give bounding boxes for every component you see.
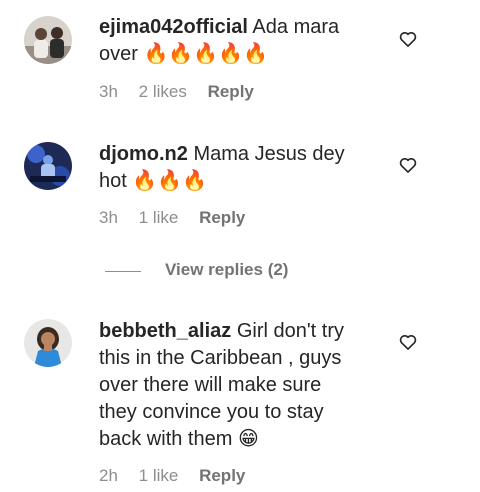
comment-meta: 3h 1 like Reply bbox=[99, 208, 261, 228]
view-replies-label: View replies (2) bbox=[165, 260, 289, 279]
avatar[interactable] bbox=[24, 16, 72, 64]
comment-line: hot 🔥🔥🔥 bbox=[99, 170, 208, 192]
view-replies-button[interactable]: View replies (2) bbox=[105, 260, 405, 284]
comment-username[interactable]: djomo.n2 bbox=[99, 143, 188, 165]
comment-username[interactable]: ejima042official bbox=[99, 16, 248, 38]
heart-outline-icon[interactable] bbox=[398, 155, 418, 175]
comment-line: over 🔥🔥🔥🔥🔥 bbox=[99, 43, 268, 65]
comment-line: Ada mara bbox=[252, 16, 340, 38]
avatar[interactable] bbox=[24, 319, 72, 367]
comment-line: back with them 😁 bbox=[99, 428, 259, 450]
comment-line: this in the Caribbean , guys bbox=[99, 347, 342, 369]
reply-button[interactable]: Reply bbox=[208, 82, 254, 101]
comment-likes[interactable]: 1 like bbox=[139, 466, 179, 485]
comment-likes[interactable]: 1 like bbox=[139, 208, 179, 227]
avatar[interactable] bbox=[24, 142, 72, 190]
comment-line: Girl don't try bbox=[236, 320, 345, 342]
comment-text: djomo.n2 Mama Jesus dey hot 🔥🔥🔥 bbox=[99, 141, 389, 195]
comment-text: bebbeth_aliaz Girl don't try this in the… bbox=[99, 318, 389, 453]
comment-likes[interactable]: 2 likes bbox=[139, 82, 187, 101]
comment-meta: 2h 1 like Reply bbox=[99, 466, 261, 486]
view-replies-divider bbox=[105, 271, 141, 272]
comment-time: 3h bbox=[99, 208, 118, 227]
heart-outline-icon[interactable] bbox=[398, 29, 418, 49]
comment-line: they convince you to stay bbox=[99, 401, 324, 423]
heart-outline-icon[interactable] bbox=[398, 332, 418, 352]
comment-line: Mama Jesus dey bbox=[193, 143, 345, 165]
comment-time: 2h bbox=[99, 466, 118, 485]
comment-line: over there will make sure bbox=[99, 374, 322, 396]
reply-button[interactable]: Reply bbox=[199, 208, 245, 227]
comment-meta: 3h 2 likes Reply bbox=[99, 82, 270, 102]
comment-time: 3h bbox=[99, 82, 118, 101]
comment-username[interactable]: bebbeth_aliaz bbox=[99, 320, 231, 342]
comment-text: ejima042official Ada mara over 🔥🔥🔥🔥🔥 bbox=[99, 14, 389, 68]
reply-button[interactable]: Reply bbox=[199, 466, 245, 485]
